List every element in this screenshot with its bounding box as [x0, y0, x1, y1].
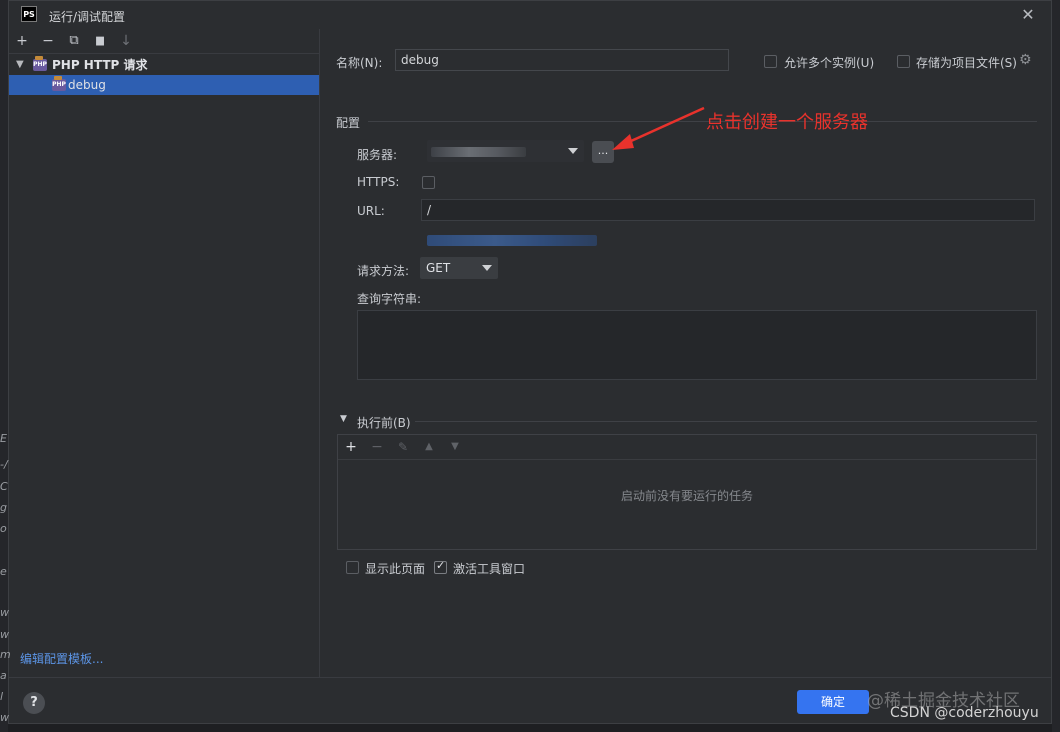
edit-task-icon[interactable]: ✎ [394, 438, 412, 456]
before-launch-toggle-icon[interactable]: ▼ [340, 414, 347, 424]
background-text: w [0, 711, 9, 724]
tree-item-debug[interactable]: PHP debug [9, 75, 319, 95]
move-down-icon[interactable]: ▼ [446, 438, 464, 456]
https-label: HTTPS: [357, 175, 400, 189]
run-debug-config-dialog: PS 运行/调试配置 ✕ + − ⧉ ▆ ↓ ▼ PHP PHP HTTP 请求… [8, 0, 1052, 724]
move-up-icon[interactable]: ▲ [420, 438, 438, 456]
csdn-watermark: CSDN @coderzhouyu [890, 705, 1039, 721]
title-bar: PS 运行/调试配置 ✕ [9, 1, 1051, 29]
remove-task-icon[interactable]: − [368, 438, 386, 456]
php-http-icon: PHP [52, 76, 66, 91]
tree-group-php-http[interactable]: ▼ PHP PHP HTTP 请求 [9, 55, 319, 75]
url-preview-redacted [427, 235, 597, 246]
add-icon[interactable]: + [13, 32, 31, 50]
before-launch-panel: + − ✎ ▲ ▼ 启动前没有要运行的任务 [337, 434, 1037, 550]
store-project-checkbox[interactable] [897, 55, 910, 68]
background-text: E [0, 432, 7, 445]
background-text: o [0, 522, 7, 535]
sort-icon[interactable]: ↓ [117, 32, 135, 50]
url-label: URL: [357, 204, 385, 218]
store-project-label: 存储为项目文件(S) [916, 56, 1017, 70]
method-value: GET [426, 261, 451, 275]
background-text: m [0, 648, 11, 661]
allow-multiple-checkbox[interactable] [764, 55, 777, 68]
chevron-down-icon[interactable]: ▼ [16, 55, 24, 75]
help-button[interactable]: ? [23, 692, 45, 714]
before-launch-separator [415, 421, 1037, 422]
background-text: a [0, 669, 7, 682]
close-icon[interactable]: ✕ [1019, 6, 1037, 24]
dialog-title: 运行/调试配置 [49, 10, 126, 24]
before-launch-title: 执行前(B) [357, 416, 411, 430]
allow-multiple-label: 允许多个实例(U) [784, 56, 875, 70]
query-textarea[interactable] [357, 310, 1037, 380]
background-window-strip [0, 0, 8, 732]
remove-icon[interactable]: − [39, 32, 57, 50]
folder-add-icon[interactable]: ▆ [91, 32, 109, 50]
background-text: C [0, 480, 8, 493]
name-input[interactable] [395, 49, 729, 71]
activate-tool-label: 激活工具窗口 [453, 562, 526, 576]
gear-icon[interactable]: ⚙ [1019, 52, 1032, 68]
phpstorm-logo-icon: PS [21, 6, 37, 22]
background-text: l [0, 690, 4, 703]
method-select[interactable]: GET [420, 257, 498, 279]
background-text: w [0, 628, 9, 641]
chevron-down-icon [568, 148, 578, 154]
add-task-icon[interactable]: + [342, 438, 360, 456]
server-select[interactable] [427, 140, 584, 162]
chevron-down-icon [482, 265, 492, 271]
tree-group-label: PHP HTTP 请求 [52, 58, 148, 72]
annotation-text: 点击创建一个服务器 [706, 112, 868, 133]
method-label: 请求方法: [357, 264, 410, 278]
https-checkbox[interactable] [422, 176, 435, 189]
server-value-redacted [431, 147, 526, 157]
config-tree-pane: + − ⧉ ▆ ↓ ▼ PHP PHP HTTP 请求 PHP debug 编辑… [9, 29, 320, 677]
ok-button[interactable]: 确定 [797, 690, 869, 714]
before-launch-toolbar: + − ✎ ▲ ▼ [338, 435, 1036, 460]
show-page-label: 显示此页面 [365, 562, 426, 576]
url-input[interactable] [421, 199, 1035, 221]
background-text: e [0, 565, 7, 578]
background-window-strip-right [1052, 0, 1060, 732]
before-launch-empty-text: 启动前没有要运行的任务 [620, 489, 753, 503]
config-section-title: 配置 [336, 116, 361, 130]
tree-item-label: debug [68, 78, 106, 92]
name-label: 名称(N): [336, 56, 383, 70]
annotation-arrow [612, 106, 705, 150]
background-text: g [0, 501, 7, 514]
tree-toolbar: + − ⧉ ▆ ↓ [9, 29, 319, 54]
background-text: w [0, 606, 9, 619]
activate-tool-checkbox[interactable] [434, 559, 447, 574]
php-http-icon: PHP [33, 56, 47, 71]
server-label: 服务器: [357, 148, 398, 162]
copy-icon[interactable]: ⧉ [65, 32, 83, 50]
show-page-checkbox[interactable] [346, 561, 359, 574]
background-text: -/ [0, 458, 8, 471]
edit-templates-link[interactable]: 编辑配置模板... [20, 650, 103, 667]
query-label: 查询字符串: [357, 292, 422, 306]
